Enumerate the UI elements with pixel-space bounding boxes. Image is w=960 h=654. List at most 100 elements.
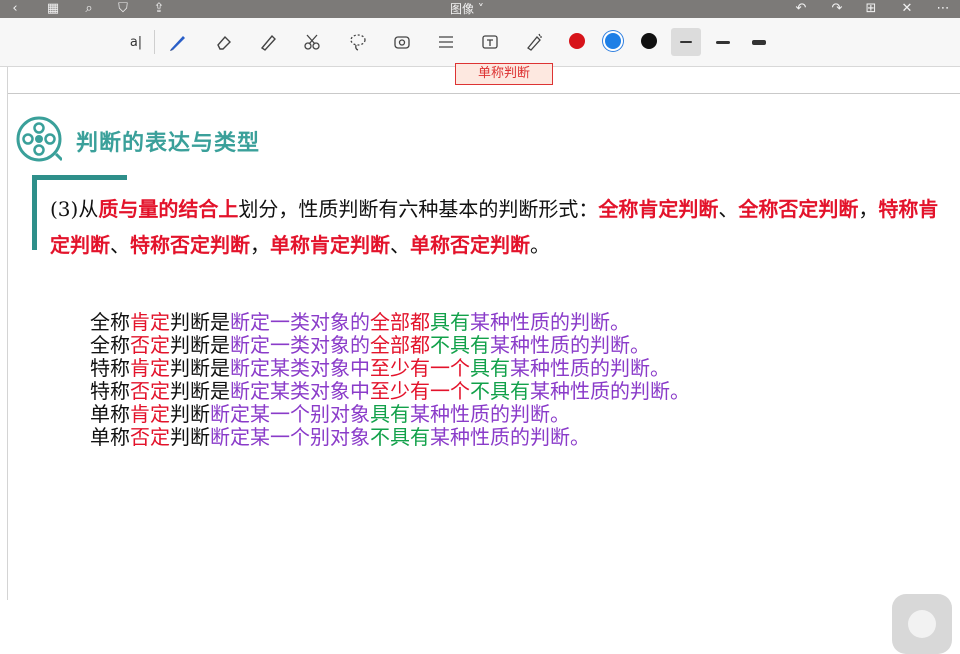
definition-segment: 单称 — [90, 402, 130, 426]
definition-segment: 全称 — [90, 333, 130, 357]
definition-segment: 肯定 — [130, 310, 170, 334]
definition-segment: 断定一类对象的 — [230, 310, 370, 334]
definition-segment: 某种性质 — [490, 333, 570, 357]
color-blue-swatch[interactable] — [605, 33, 621, 49]
highlighted-term: 全称肯定判断 — [598, 197, 719, 221]
definition-segment: 的判断。 — [510, 425, 590, 449]
eraser-icon[interactable] — [212, 30, 236, 54]
image-tool-icon[interactable] — [390, 30, 414, 54]
lasso-icon[interactable] — [346, 30, 370, 54]
page-margin-line — [7, 67, 8, 600]
definition-segment: 的判断。 — [490, 402, 570, 426]
definition-segment: 特称 — [90, 379, 130, 403]
pen-icon[interactable] — [166, 30, 190, 54]
definition-segment: 具有 — [370, 402, 410, 426]
highlighted-term: 特称否定判断 — [130, 233, 250, 257]
definition-segment: 判断是 — [170, 379, 230, 403]
redo-icon[interactable]: ↷ — [828, 1, 846, 17]
top-navigation-bar: ‹ ▦ ⌕ ⛉ ⇪ 图像 ˅ ↶ ↷ ⊞ ✕ ⋯ — [0, 0, 960, 18]
highlighted-term: 单称否定判断 — [410, 233, 530, 257]
assistive-button-dot — [908, 610, 936, 638]
definition-line: 单称否定判断断定某一个别对象不具有某种性质的判断。 — [90, 426, 690, 449]
definition-segment: 某种性质 — [530, 379, 610, 403]
definition-segment: 单称 — [90, 425, 130, 449]
paragraph-text: ， — [858, 197, 879, 221]
paragraph-text: 、 — [718, 197, 739, 221]
definition-segment: 判断 — [170, 425, 210, 449]
scissors-icon[interactable] — [300, 30, 324, 54]
definition-line: 全称否定判断是断定一类对象的全部都不具有某种性质的判断。 — [90, 334, 690, 357]
definition-segment: 判断是 — [170, 333, 230, 357]
definition-segment: 否定 — [130, 379, 170, 403]
paragraph-text: 划分，性质判断有六种基本的判断形式： — [238, 197, 599, 221]
paragraph-text: 、 — [110, 233, 130, 257]
definition-segment: 至少有一个 — [370, 356, 470, 380]
stroke-thick[interactable] — [752, 40, 766, 45]
textbox-icon[interactable] — [478, 30, 502, 54]
definition-segment: 某种性质 — [410, 402, 490, 426]
definition-segment: 断定某类对象中 — [230, 356, 370, 380]
highlighted-term: 质与量的结合上 — [98, 197, 239, 221]
share-icon[interactable]: ⇪ — [150, 1, 168, 17]
definition-segment: 不具有 — [370, 425, 430, 449]
definition-line: 单称肯定判断断定某一个别对象具有某种性质的判断。 — [90, 403, 690, 426]
stroke-medium[interactable] — [716, 41, 730, 44]
definition-segment: 特称 — [90, 356, 130, 380]
close-icon[interactable]: ✕ — [898, 1, 916, 17]
definition-segment: 的判断。 — [570, 333, 650, 357]
highlighted-term: 单称肯定判断 — [270, 233, 390, 257]
definition-segment: 具有 — [470, 356, 510, 380]
search-icon[interactable]: ⌕ — [80, 1, 98, 17]
add-page-icon[interactable]: ⊞ — [862, 1, 880, 17]
definition-segment: 全部都 — [370, 333, 430, 357]
definition-segment: 判断 — [170, 402, 210, 426]
definition-line: 特称肯定判断是断定某类对象中至少有一个具有某种性质的判断。 — [90, 357, 690, 380]
definition-segment: 判断是 — [170, 356, 230, 380]
document-title[interactable]: 图像 ˅ — [450, 0, 484, 18]
color-black-swatch[interactable] — [641, 33, 657, 49]
definition-lines: 全称肯定判断是断定一类对象的全部都具有某种性质的判断。 全称否定判断是断定一类对象… — [90, 311, 690, 449]
definition-segment: 的判断。 — [550, 310, 630, 334]
paragraph-text: ， — [250, 233, 270, 257]
definition-segment: 否定 — [130, 425, 170, 449]
definition-segment: 全称 — [90, 310, 130, 334]
definition-segment: 全部都 — [370, 310, 430, 334]
undo-icon[interactable]: ↶ — [792, 1, 810, 17]
document-page[interactable]: 单称判断 判断的表达与类型 (3)从质与量的结合上划分，性质判断有六种基本的判断… — [0, 63, 960, 654]
definition-segment: 断定某类对象中 — [230, 379, 370, 403]
grid-icon[interactable]: ▦ — [44, 1, 62, 17]
definition-segment: 的判断。 — [590, 356, 670, 380]
back-icon[interactable]: ‹ — [6, 1, 24, 17]
bookmark-icon[interactable]: ⛉ — [114, 1, 132, 17]
floating-assistive-button[interactable] — [892, 594, 952, 654]
laser-pointer-icon[interactable] — [522, 30, 546, 54]
definition-segment: 至少有一个 — [370, 379, 470, 403]
definition-segment: 否定 — [130, 333, 170, 357]
definition-segment: 断定某一个别对象 — [210, 425, 370, 449]
text-tool-icon[interactable]: a| — [124, 30, 148, 54]
definition-segment: 不具有 — [430, 333, 490, 357]
definition-segment: 某种性质 — [510, 356, 590, 380]
classification-paragraph: (3)从质与量的结合上划分，性质判断有六种基本的判断形式：全称肯定判断、全称否定… — [50, 191, 945, 263]
color-red-swatch[interactable] — [569, 33, 585, 49]
more-icon[interactable]: ⋯ — [934, 1, 952, 17]
highlighter-icon[interactable] — [256, 30, 280, 54]
definition-segment: 肯定 — [130, 402, 170, 426]
drawing-toolbar: a| — [0, 18, 960, 67]
shape-tool-icon[interactable] — [434, 30, 458, 54]
definition-segment: 某种性质 — [430, 425, 510, 449]
toolbar-divider — [154, 30, 155, 54]
definition-segment: 肯定 — [130, 356, 170, 380]
paragraph-text: (3)从 — [50, 197, 99, 221]
definition-segment: 具有 — [430, 310, 470, 334]
definition-segment: 某种性质 — [470, 310, 550, 334]
film-reel-icon — [16, 116, 62, 162]
section-title: 判断的表达与类型 — [76, 131, 261, 156]
stroke-thin[interactable] — [680, 41, 692, 43]
definition-segment: 断定一类对象的 — [230, 333, 370, 357]
definition-line: 全称肯定判断是断定一类对象的全部都具有某种性质的判断。 — [90, 311, 690, 334]
definition-segment: 断定某一个别对象 — [210, 402, 370, 426]
page-divider — [8, 93, 960, 94]
definition-segment: 判断是 — [170, 310, 230, 334]
paragraph-text: 。 — [530, 233, 550, 257]
